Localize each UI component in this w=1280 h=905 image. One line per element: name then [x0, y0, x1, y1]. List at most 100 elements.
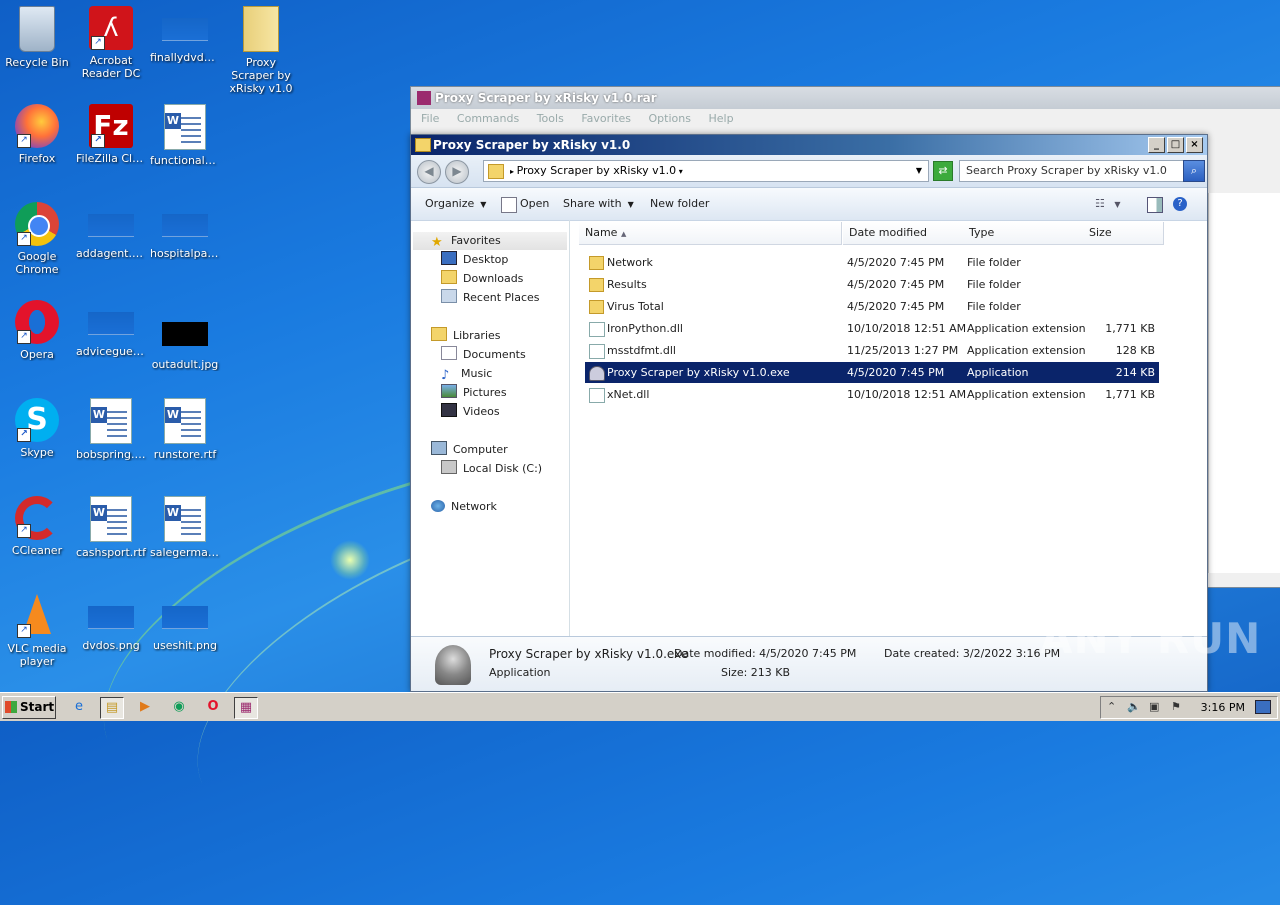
word-document-icon: W [164, 496, 206, 542]
dll-file-icon [589, 388, 605, 403]
search-input[interactable]: Search Proxy Scraper by xRisky v1.0 [959, 160, 1185, 182]
nav-recent-places[interactable]: Recent Places [441, 289, 540, 307]
show-hidden-icons-icon[interactable]: ⌃ [1107, 700, 1116, 713]
list-item[interactable]: xNet.dll 10/10/2018 12:51 AM Application… [585, 384, 1159, 405]
desktop-icon-filezilla[interactable]: Fz ↗ FileZilla Client [74, 104, 148, 165]
column-header-name[interactable]: Name ▲ [579, 222, 842, 245]
address-dropdown-icon[interactable]: ▼ [916, 161, 922, 181]
nav-desktop[interactable]: Desktop [441, 251, 508, 269]
nav-network[interactable]: Network [431, 498, 497, 516]
refresh-icon[interactable]: ⇄ [933, 161, 953, 181]
menu-file[interactable]: File [421, 112, 439, 125]
nav-videos[interactable]: Videos [441, 403, 500, 421]
desktop-icon-finallydvds[interactable]: finallydvds.... [148, 6, 222, 64]
column-header-date[interactable]: Date modified [843, 222, 964, 245]
file-list: Name ▲ Date modified Type Size Network 4… [571, 220, 1205, 636]
winrar-taskbar-icon[interactable]: ▦ [234, 697, 258, 719]
nav-music[interactable]: ♪ Music [441, 365, 492, 383]
back-button[interactable]: ◀ [417, 160, 441, 184]
start-button[interactable]: Start [2, 696, 56, 719]
desktop-icon-hospitalpart[interactable]: hospitalpart... [148, 202, 222, 260]
desktop-icon-salegerman[interactable]: W salegerman.rtf [148, 496, 222, 559]
menu-favorites[interactable]: Favorites [581, 112, 631, 125]
menu-options[interactable]: Options [649, 112, 691, 125]
preview-pane-icon[interactable] [1147, 197, 1163, 213]
view-options-icon[interactable]: ☷ ▼ [1095, 188, 1121, 221]
explorer-window[interactable]: Proxy Scraper by xRisky v1.0 _ □ × ◀ ▶ ▸… [410, 134, 1208, 692]
explorer-taskbar-icon[interactable]: ▤ [100, 697, 124, 719]
volume-icon[interactable]: 🔈 [1127, 700, 1141, 713]
opera-taskbar-icon[interactable]: O [202, 697, 224, 717]
action-center-flag-icon[interactable]: ⚑ [1171, 700, 1181, 713]
list-item[interactable]: Network 4/5/2020 7:45 PM File folder [585, 252, 1159, 273]
menu-commands[interactable]: Commands [457, 112, 519, 125]
explorer-titlebar[interactable]: Proxy Scraper by xRisky v1.0 _ □ × [411, 135, 1207, 155]
list-item[interactable]: IronPython.dll 10/10/2018 12:51 AM Appli… [585, 318, 1159, 339]
desktop-icon-acrobat[interactable]: ʎ ↗ Acrobat Reader DC [74, 6, 148, 80]
list-item-selected[interactable]: Proxy Scraper by xRisky v1.0.exe 4/5/202… [585, 362, 1159, 383]
recycle-bin-icon [19, 6, 55, 52]
desktop-icon-outadult[interactable]: outadult.jpg [148, 300, 222, 371]
desktop-icon-runstore[interactable]: W runstore.rtf [148, 398, 222, 461]
videos-icon [441, 403, 457, 417]
list-item[interactable]: Virus Total 4/5/2020 7:45 PM File folder [585, 296, 1159, 317]
folder-icon [243, 6, 279, 52]
desktop-icon-functionalu[interactable]: W functionalu... [148, 104, 222, 167]
desktop-icon-advicegues[interactable]: advicegues... [74, 300, 148, 358]
nav-favorites[interactable]: ★ Favorites [413, 232, 567, 250]
breadcrumb[interactable]: ▸ Proxy Scraper by xRisky v1.0 ▾ [510, 161, 683, 182]
share-with-button[interactable]: Share with ▼ [563, 188, 634, 221]
desktop-icon-proxy-scraper-folder[interactable]: Proxy Scraper by xRisky v1.0 [224, 6, 298, 95]
image-file-icon [162, 606, 208, 629]
column-header-size[interactable]: Size [1083, 222, 1164, 245]
forward-button[interactable]: ▶ [445, 160, 469, 184]
explorer-title: Proxy Scraper by xRisky v1.0 [433, 138, 631, 152]
desktop-icon-firefox[interactable]: ↗ Firefox [0, 104, 74, 165]
help-icon[interactable]: ? [1173, 197, 1187, 211]
show-desktop-icon[interactable] [1255, 700, 1271, 714]
search-icon[interactable]: ⌕ [1183, 160, 1205, 182]
clock[interactable]: 3:16 PM [1201, 697, 1245, 718]
internet-explorer-icon[interactable]: e [68, 697, 90, 717]
nav-libraries[interactable]: Libraries [431, 327, 501, 345]
desktop-icon-cashsport[interactable]: W cashsport.rtf [74, 496, 148, 559]
list-item[interactable]: msstdfmt.dll 11/25/2013 1:27 PM Applicat… [585, 340, 1159, 361]
open-icon [501, 197, 517, 213]
desktop-icon-addagent[interactable]: addagent.png [74, 202, 148, 260]
minimize-button[interactable]: _ [1148, 137, 1165, 153]
menu-help[interactable]: Help [708, 112, 733, 125]
nav-computer[interactable]: Computer [431, 441, 508, 459]
menu-tools[interactable]: Tools [537, 112, 564, 125]
chrome-taskbar-icon[interactable]: ◉ [168, 697, 190, 717]
media-player-icon[interactable]: ▶ [134, 697, 156, 717]
winrar-titlebar[interactable]: Proxy Scraper by xRisky v1.0.rar [411, 87, 1280, 109]
column-header-type[interactable]: Type [963, 222, 1084, 245]
network-tray-icon[interactable]: ▣ [1149, 700, 1159, 713]
close-button[interactable]: × [1186, 137, 1203, 153]
desktop-icon-ccleaner[interactable]: ↗ CCleaner [0, 496, 74, 557]
desktop-icon-skype[interactable]: S ↗ Skype [0, 398, 74, 459]
navigation-pane: ★ Favorites Desktop Downloads Recent Plac… [411, 220, 570, 636]
word-document-icon: W [90, 496, 132, 542]
desktop-icon-dvdos[interactable]: dvdos.png [74, 594, 148, 652]
nav-local-disk[interactable]: Local Disk (C:) [441, 460, 542, 478]
acrobat-icon: ʎ ↗ [89, 6, 133, 50]
open-button[interactable]: Open [520, 188, 549, 220]
word-document-icon: W [164, 104, 206, 150]
desktop-icon-vlc[interactable]: ↗ VLC media player [0, 594, 74, 668]
maximize-button[interactable]: □ [1167, 137, 1184, 153]
desktop-icon-label: functionalu... [150, 154, 222, 167]
desktop-icon-bobspring[interactable]: W bobspring.rtf [74, 398, 148, 461]
address-bar[interactable]: ▸ Proxy Scraper by xRisky v1.0 ▾ ▼ [483, 160, 929, 182]
nav-pictures[interactable]: Pictures [441, 384, 507, 402]
list-item[interactable]: Results 4/5/2020 7:45 PM File folder [585, 274, 1159, 295]
desktop-icon-google-chrome[interactable]: ↗ Google Chrome [0, 202, 74, 276]
nav-documents[interactable]: Documents [441, 346, 526, 364]
desktop-icon-opera[interactable]: ↗ Opera [0, 300, 74, 361]
nav-downloads[interactable]: Downloads [441, 270, 523, 288]
desktop-icon-useshit[interactable]: useshit.png [148, 594, 222, 652]
desktop-icon-label: Opera [20, 348, 54, 361]
organize-button[interactable]: Organize ▼ [425, 188, 486, 221]
desktop-icon-recycle-bin[interactable]: Recycle Bin [0, 6, 74, 69]
new-folder-button[interactable]: New folder [650, 188, 709, 220]
